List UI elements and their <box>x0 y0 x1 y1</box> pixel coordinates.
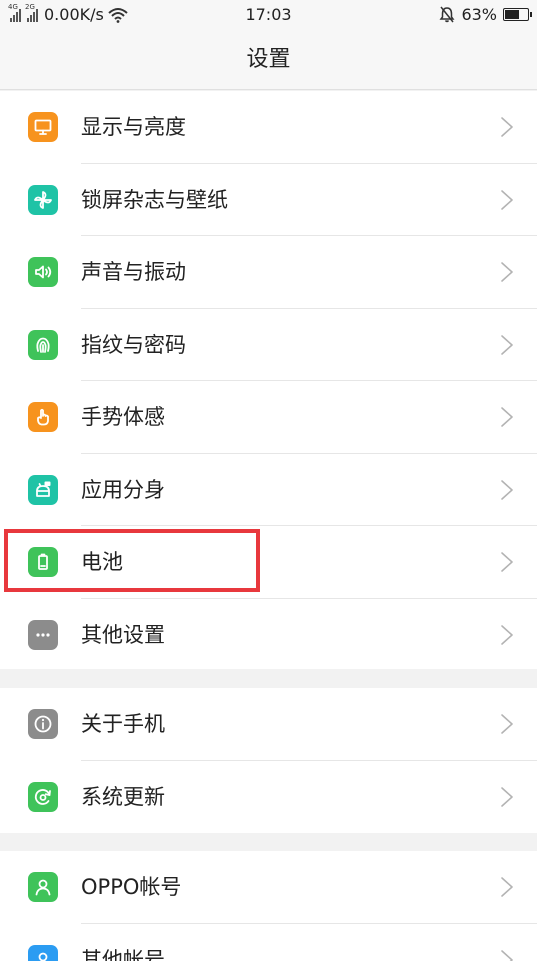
chevron-right-icon <box>499 405 515 429</box>
battery-icon <box>28 547 58 577</box>
settings-item-account[interactable]: 其他帐号 <box>0 924 537 961</box>
chevron-right-icon <box>499 333 515 357</box>
settings-group-phone: 关于手机 系统更新 <box>0 688 537 833</box>
chevron-right-icon <box>499 115 515 139</box>
settings-item-label: 手势体感 <box>81 405 165 429</box>
settings-item-battery[interactable]: 电池 <box>0 526 537 599</box>
settings-item-label: 显示与亮度 <box>81 115 186 139</box>
settings-item-fingerprint[interactable]: 指纹与密码 <box>0 309 537 381</box>
fingerprint-icon <box>28 329 58 360</box>
settings-item-info[interactable]: 关于手机 <box>0 688 537 761</box>
settings-item-label: 声音与振动 <box>81 260 186 284</box>
android-clone-icon <box>28 474 58 505</box>
info-icon <box>28 709 58 739</box>
settings-item-gesture-hand[interactable]: 手势体感 <box>0 381 537 454</box>
page-title: 设置 <box>0 30 537 90</box>
pinwheel-icon <box>28 184 58 215</box>
chevron-right-icon <box>499 260 515 284</box>
status-right: 63% <box>439 5 532 24</box>
display-icon <box>28 112 58 142</box>
settings-item-pinwheel[interactable]: 锁屏杂志与壁纸 <box>0 164 537 236</box>
chevron-right-icon <box>499 550 515 574</box>
bell-muted-icon <box>439 6 455 23</box>
settings-item-label: 锁屏杂志与壁纸 <box>81 187 228 212</box>
settings-item-android-clone[interactable]: 应用分身 <box>0 454 537 526</box>
settings-item-label: 其他设置 <box>81 622 165 647</box>
settings-item-label: 关于手机 <box>81 712 165 736</box>
settings-item-label: 应用分身 <box>81 477 165 502</box>
chevron-right-icon <box>499 948 515 961</box>
settings-group-main: 显示与亮度锁屏杂志与壁纸 声音与振动指纹与密码手势体感应用分身电池其他设置 <box>0 91 537 669</box>
chevron-right-icon <box>499 785 515 809</box>
more-dots-icon <box>28 619 58 650</box>
chevron-right-icon <box>499 478 515 502</box>
settings-item-label: OPPO帐号 <box>81 875 182 899</box>
settings-item-label: 电池 <box>81 550 123 574</box>
chevron-right-icon <box>499 875 515 899</box>
battery-indicator-icon <box>503 8 532 21</box>
chevron-right-icon <box>499 188 515 212</box>
settings-group-accounts: OPPO帐号其他帐号 <box>0 851 537 961</box>
settings-item-label: 系统更新 <box>81 784 165 809</box>
chevron-right-icon <box>499 712 515 736</box>
status-bar: 4G 2G 0.00K/s 17:03 63% <box>0 0 537 30</box>
settings-item-more-dots[interactable]: 其他设置 <box>0 599 537 672</box>
gesture-hand-icon <box>28 402 58 432</box>
settings-item-display[interactable]: 显示与亮度 <box>0 91 537 164</box>
update-icon <box>28 781 58 812</box>
user-icon <box>28 872 58 902</box>
account-icon <box>28 944 58 961</box>
settings-item-user[interactable]: OPPO帐号 <box>0 851 537 924</box>
settings-item-label: 其他帐号 <box>81 947 165 961</box>
settings-item-speaker[interactable]: 声音与振动 <box>0 236 537 309</box>
chevron-right-icon <box>499 623 515 647</box>
settings-item-label: 指纹与密码 <box>81 332 186 357</box>
settings-item-update[interactable]: 系统更新 <box>0 761 537 834</box>
battery-percent: 63% <box>461 5 497 24</box>
speaker-icon <box>28 257 58 287</box>
